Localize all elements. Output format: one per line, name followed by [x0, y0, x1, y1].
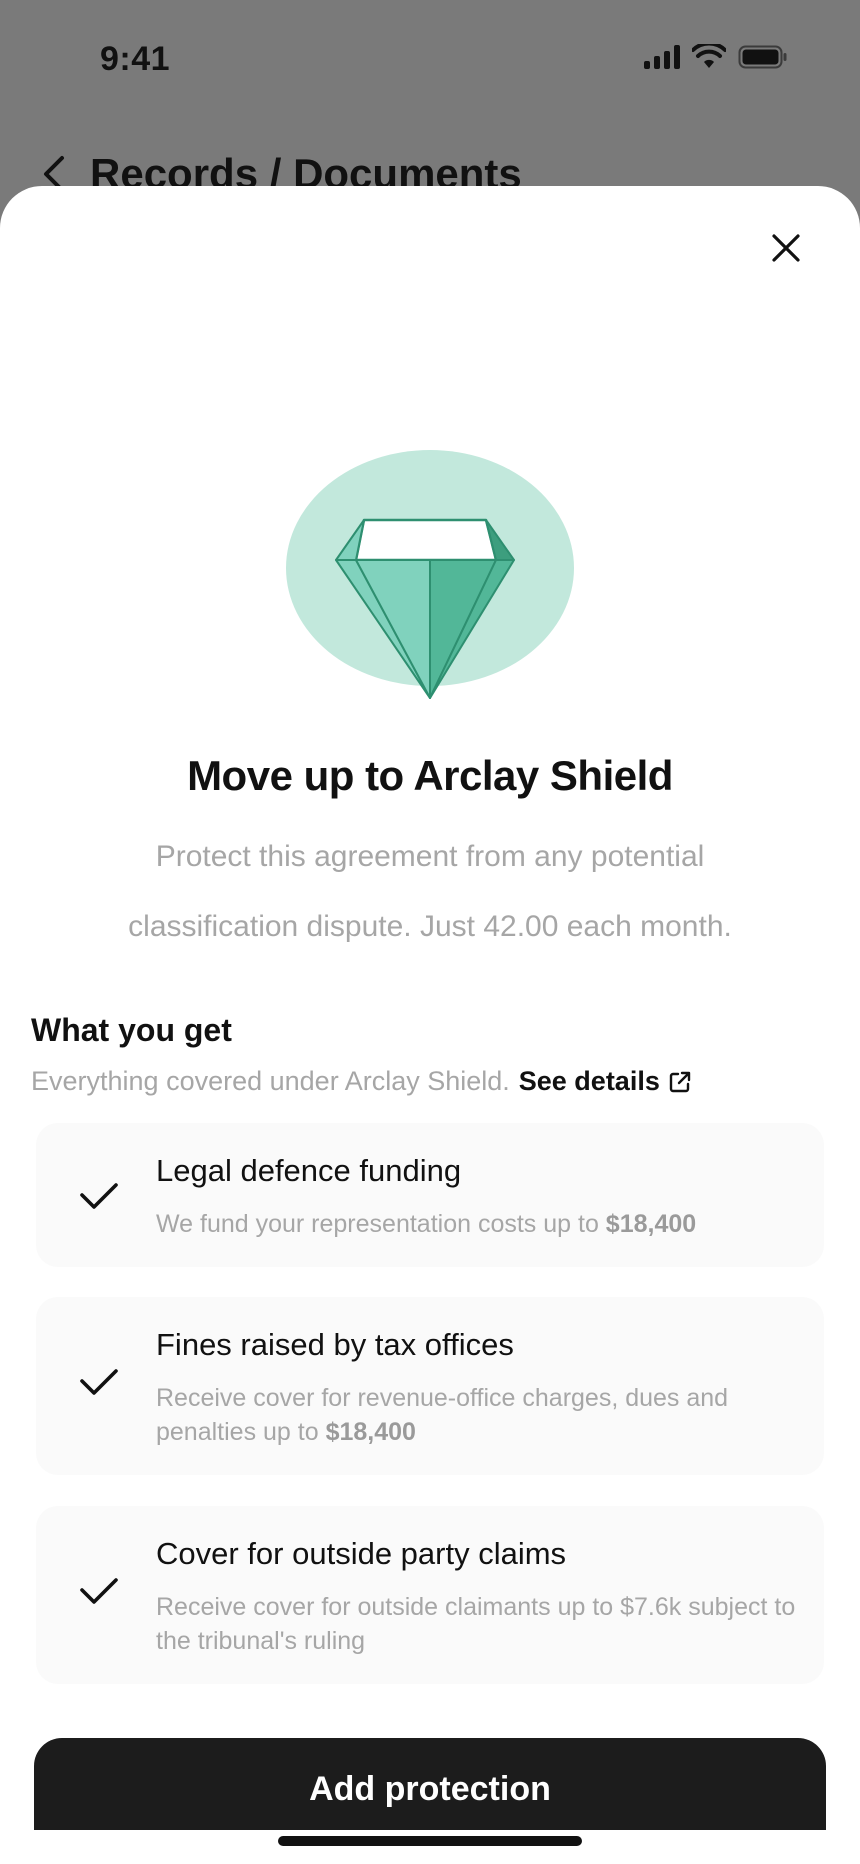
diamond-illustration [284, 450, 576, 702]
benefit-description-text: Receive cover for revenue-office charges… [156, 1384, 729, 1446]
subtitle-line-1: Protect this agreement from any potentia… [155, 840, 705, 873]
modal-headline: Move up to Arclay Shield [187, 752, 673, 799]
benefit-title: Legal defence funding [156, 1153, 462, 1188]
close-button[interactable] [758, 220, 814, 276]
diamond-icon [286, 450, 574, 699]
section-title: What you get [31, 1012, 232, 1048]
subtitle-line-2: classification dispute. Just 42.00 each … [128, 910, 732, 943]
section-subtitle: Everything covered under Arclay Shield. … [31, 1066, 692, 1097]
see-details-link[interactable]: See details [519, 1066, 692, 1097]
benefit-description: Receive cover for outside claimants up t… [156, 1590, 796, 1658]
benefit-description: Receive cover for revenue-office charges… [156, 1381, 796, 1449]
status-icons [644, 44, 788, 70]
checkmark-icon [80, 1578, 118, 1604]
benefit-card-third-party: Cover for outside party claims Receive c… [36, 1506, 824, 1684]
status-time: 9:41 [100, 40, 171, 78]
benefit-description: We fund your representation costs up to … [156, 1207, 796, 1241]
benefit-title: Cover for outside party claims [156, 1536, 567, 1571]
upgrade-sheet: Move up to Arclay Shield Protect this ag… [0, 186, 860, 1864]
external-link-icon [669, 1071, 691, 1092]
battery-icon [738, 45, 787, 69]
benefit-amount: $18,400 [605, 1210, 697, 1238]
checkmark-icon [80, 1369, 118, 1395]
section-subtitle-text: Everything covered under Arclay Shield. [31, 1066, 510, 1096]
checkmark-icon [80, 1183, 118, 1209]
see-details-label: See details [518, 1066, 660, 1096]
modal-subtitle: Protect this agreement from any potentia… [80, 822, 780, 962]
benefit-title: Fines raised by tax offices [156, 1327, 514, 1362]
status-bar: 9:41 [0, 0, 860, 120]
cellular-signal-icon [644, 45, 680, 69]
wifi-icon [692, 44, 726, 68]
home-indicator[interactable] [278, 1836, 582, 1846]
benefit-card-legal: Legal defence funding We fund your repre… [36, 1123, 824, 1267]
benefit-amount: $18,400 [325, 1418, 416, 1446]
benefit-card-tax-fines: Fines raised by tax offices Receive cove… [36, 1297, 824, 1475]
close-icon [772, 234, 800, 262]
benefit-description-text: Receive cover for outside claimants up t… [156, 1593, 796, 1655]
benefit-description-text: We fund your representation costs up to [156, 1210, 606, 1238]
